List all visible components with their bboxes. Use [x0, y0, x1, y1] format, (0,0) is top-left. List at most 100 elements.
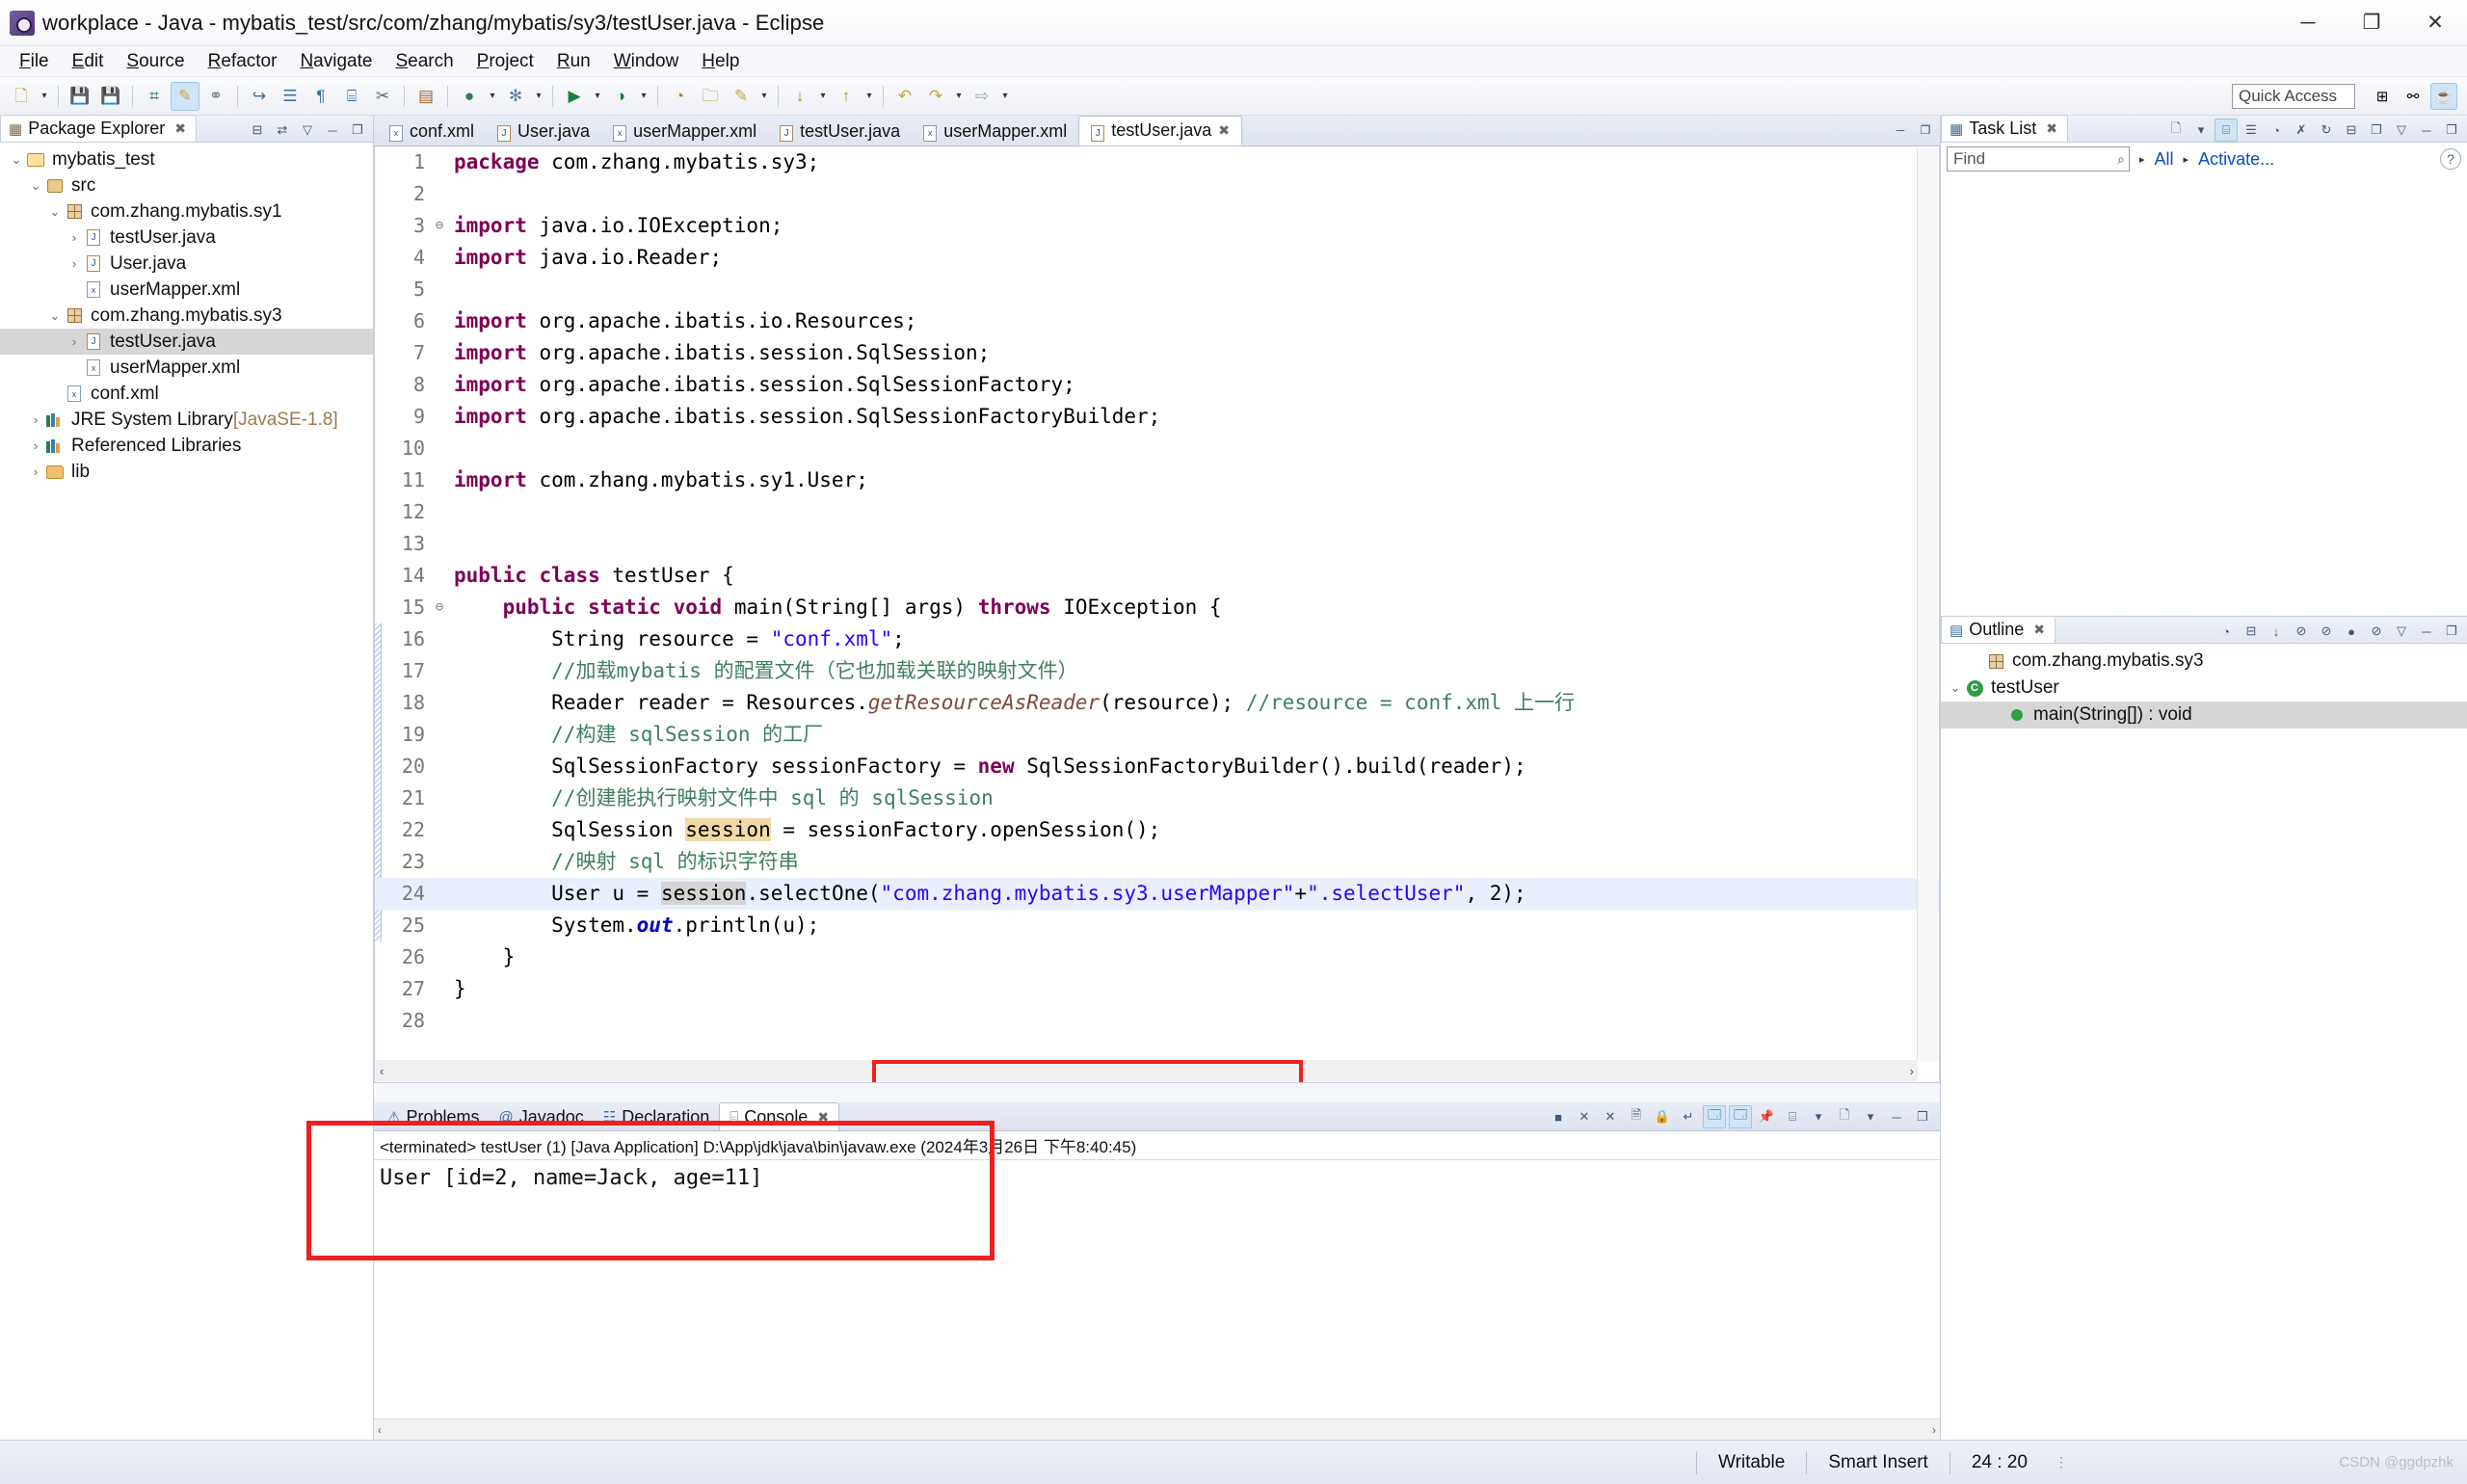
editor-tab-4-usermapper-xml[interactable]: xuserMapper.xml: [912, 117, 1078, 146]
categorized-presentation-icon[interactable]: ⌸: [2215, 119, 2238, 142]
view-menu-icon[interactable]: ▽: [296, 119, 319, 142]
maximize-icon[interactable]: ❐: [346, 119, 369, 142]
close-icon[interactable]: ✖: [2033, 622, 2045, 638]
scheduled-presentation-icon[interactable]: ☰: [2240, 119, 2263, 142]
tree-item-mybatis-test[interactable]: ⌄mybatis_test: [0, 146, 373, 172]
console-tab-declaration[interactable]: ☷Declaration: [594, 1103, 720, 1130]
close-icon[interactable]: ✖: [817, 1109, 829, 1126]
terminate-icon[interactable]: ■: [1547, 1105, 1570, 1128]
close-icon[interactable]: ✖: [174, 120, 186, 137]
editor-tab-5-testuser-java[interactable]: JtestUser.java✖: [1078, 116, 1242, 146]
show-console-on-error-icon[interactable]: 🗔: [1729, 1105, 1752, 1128]
editor-minimize-icon[interactable]: ─: [1892, 121, 1909, 139]
tree-item-src[interactable]: ⌄src: [0, 172, 373, 199]
maximize-icon[interactable]: ❐: [2440, 119, 2463, 142]
outline-item-main-string-void[interactable]: main(String[]) : void: [1941, 702, 2467, 729]
next-annotation-dropdown[interactable]: ▾: [815, 82, 831, 111]
code-line[interactable]: 17 //加载mybatis 的配置文件（它也加载关联的映射文件）: [375, 655, 1939, 687]
view-menu-icon[interactable]: ▽: [2390, 119, 2413, 142]
remove-launch-icon[interactable]: ✕: [1573, 1105, 1596, 1128]
menu-item-project[interactable]: Project: [465, 48, 545, 75]
task-list-body[interactable]: [1941, 175, 2467, 616]
outline-item-testuser[interactable]: ⌄CtestUser: [1941, 675, 2467, 702]
tree-item-lib[interactable]: ›lib: [0, 459, 373, 485]
forward-history-dropdown[interactable]: ▾: [951, 82, 967, 111]
run-external-button[interactable]: ◑: [606, 82, 635, 111]
chevron-down-icon[interactable]: ⌄: [8, 152, 25, 168]
code-editor[interactable]: 1package com.zhang.mybatis.sy3;23⊖import…: [374, 146, 1940, 1083]
chevron-right-icon[interactable]: ›: [66, 334, 83, 349]
code-line[interactable]: 9import org.apache.ibatis.session.SqlSes…: [375, 401, 1939, 433]
menu-item-help[interactable]: Help: [690, 48, 751, 75]
chevron-right-icon[interactable]: ›: [27, 412, 44, 427]
menu-item-window[interactable]: Window: [602, 48, 691, 75]
chevron-down-icon[interactable]: ⌄: [46, 308, 64, 324]
forward-history-button[interactable]: ↷: [921, 82, 950, 111]
code-line[interactable]: 15⊖ public static void main(String[] arg…: [375, 592, 1939, 623]
collapse-all-icon[interactable]: ⊟: [246, 119, 269, 142]
paragraph-button[interactable]: ¶: [306, 82, 335, 111]
collapse-all-icon[interactable]: ⊟: [2240, 620, 2263, 643]
editor-overview-ruler[interactable]: [1917, 147, 1938, 1061]
code-line[interactable]: 26 }: [375, 941, 1939, 973]
menu-item-navigate[interactable]: Navigate: [288, 48, 384, 75]
maximize-icon[interactable]: ❐: [1911, 1105, 1934, 1128]
code-line[interactable]: 3⊖import java.io.IOException;: [375, 210, 1939, 242]
editor-horizontal-scrollbar[interactable]: ‹ ›: [376, 1060, 1918, 1081]
outline-tree[interactable]: com.zhang.mybatis.sy3⌄CtestUsermain(Stri…: [1941, 644, 2467, 1440]
sort-icon[interactable]: ↓: [2265, 620, 2288, 643]
new-wizard-button[interactable]: 🗋: [7, 82, 36, 111]
code-line[interactable]: 13: [375, 528, 1939, 560]
forward-arrow-button[interactable]: ⇨: [968, 82, 996, 111]
code-line[interactable]: 18 Reader reader = Resources.getResource…: [375, 687, 1939, 719]
run-external-dropdown[interactable]: ▾: [636, 82, 651, 111]
collapse-all-icon[interactable]: ⊟: [2340, 119, 2363, 142]
new-dropdown-button[interactable]: ▾: [37, 82, 52, 111]
debug-bug-dropdown[interactable]: ▾: [531, 82, 546, 111]
scroll-left-icon[interactable]: ‹: [380, 1064, 384, 1078]
code-line[interactable]: 11import com.zhang.mybatis.sy1.User;: [375, 464, 1939, 496]
menu-item-edit[interactable]: Edit: [61, 48, 116, 75]
toggle-breakpoint-button[interactable]: ✂: [368, 82, 397, 111]
tree-item-conf-xml[interactable]: xconf.xml: [0, 381, 373, 407]
editor-tab-1-user-java[interactable]: JUser.java: [486, 117, 601, 146]
close-icon[interactable]: ✖: [1218, 122, 1230, 139]
scroll-lock-icon[interactable]: 🔒: [1651, 1105, 1674, 1128]
editor-tab-3-testuser-java[interactable]: JtestUser.java: [768, 117, 912, 146]
code-line[interactable]: 16 String resource = "conf.xml";: [375, 623, 1939, 655]
open-type-button[interactable]: ◔: [665, 82, 694, 111]
chevron-down-icon[interactable]: ⌄: [1947, 680, 1964, 696]
tree-item-com-zhang-mybatis-sy1[interactable]: ⌄com.zhang.mybatis.sy1: [0, 199, 373, 225]
menu-item-run[interactable]: Run: [545, 48, 602, 75]
save-all-button[interactable]: 💾: [96, 82, 125, 111]
run-dropdown-button[interactable]: ▾: [590, 82, 605, 111]
code-line[interactable]: 7import org.apache.ibatis.session.SqlSes…: [375, 337, 1939, 369]
code-line[interactable]: 14public class testUser {: [375, 560, 1939, 592]
save-button[interactable]: 💾: [66, 82, 94, 111]
console-tab-console[interactable]: ⌸Console✖: [719, 1102, 839, 1130]
code-line[interactable]: 2: [375, 178, 1939, 210]
debug-dropdown-button[interactable]: ▾: [485, 82, 500, 111]
tree-item-com-zhang-mybatis-sy3[interactable]: ⌄com.zhang.mybatis.sy3: [0, 303, 373, 329]
chevron-down-icon[interactable]: ⌄: [46, 204, 64, 220]
code-line[interactable]: 23 //映射 sql 的标识字符串: [375, 846, 1939, 878]
scroll-right-icon[interactable]: ›: [1932, 1423, 1936, 1437]
debug-button[interactable]: ●: [455, 82, 484, 111]
tree-item-referenced-libraries[interactable]: ›Referenced Libraries: [0, 433, 373, 459]
hide-non-public-icon[interactable]: ●: [2340, 620, 2363, 643]
clear-console-icon[interactable]: 🗎: [1625, 1105, 1648, 1128]
help-icon[interactable]: ?: [2440, 148, 2461, 170]
chevron-right-icon[interactable]: ›: [66, 230, 83, 245]
java-browsing-perspective-button[interactable]: ⚯: [2400, 83, 2427, 110]
synchronize-icon[interactable]: ↻: [2315, 119, 2338, 142]
close-icon[interactable]: ✖: [2046, 120, 2057, 137]
back-history-button[interactable]: ↶: [890, 82, 919, 111]
minimize-icon[interactable]: ─: [2415, 119, 2438, 142]
code-line[interactable]: 24 User u = session.selectOne("com.zhang…: [375, 878, 1939, 910]
chevron-right-icon[interactable]: ›: [27, 464, 44, 479]
minimize-icon[interactable]: ─: [1885, 1105, 1908, 1128]
task-list-activate-link[interactable]: Activate...: [2198, 149, 2274, 170]
package-explorer-tree[interactable]: ⌄mybatis_test⌄src⌄com.zhang.mybatis.sy1 ›…: [0, 143, 373, 1440]
hide-fields-icon[interactable]: ⊘: [2290, 620, 2313, 643]
restore-icon[interactable]: ❐: [2365, 119, 2388, 142]
